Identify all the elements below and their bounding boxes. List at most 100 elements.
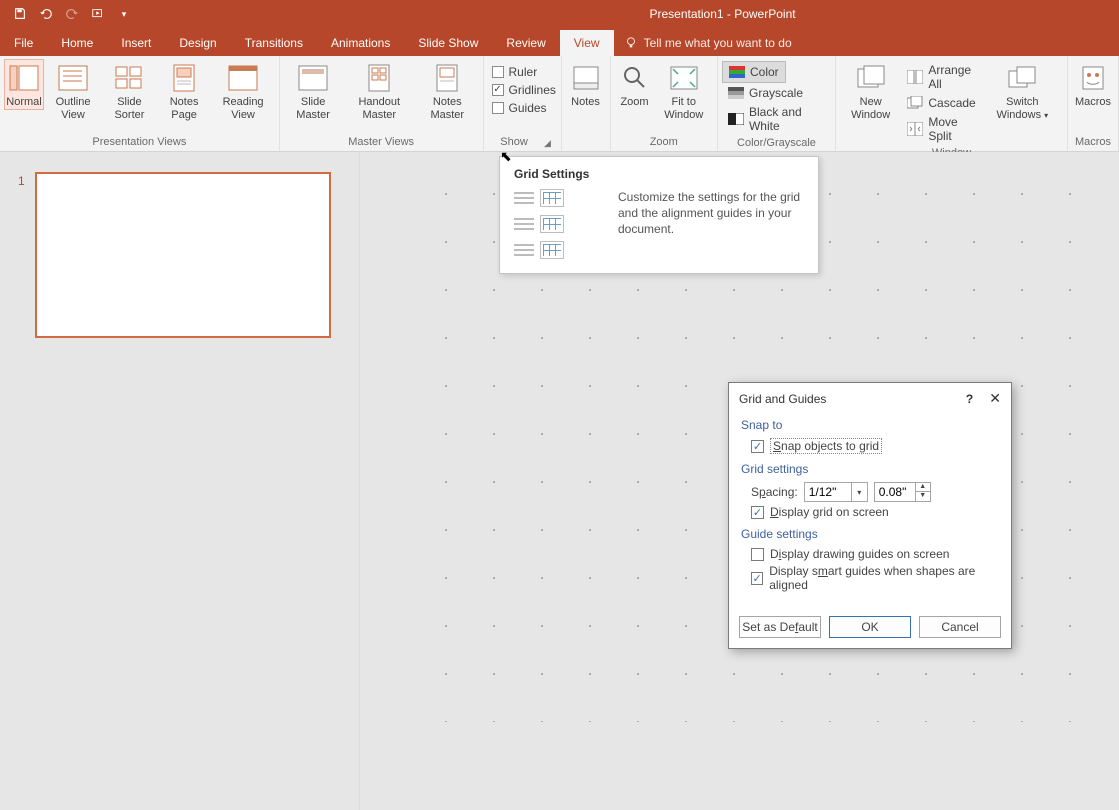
set-as-default-button[interactable]: Set as Default [739, 616, 821, 638]
spin-down-icon[interactable]: ▼ [916, 492, 930, 501]
ribbon-tabs: File Home Insert Design Transitions Anim… [0, 28, 1119, 56]
notes-icon [570, 62, 602, 94]
save-icon[interactable] [12, 6, 28, 22]
grid-settings-tooltip: Grid Settings Customize the settings for… [499, 156, 819, 274]
group-presentation-views: Normal Outline View Slide Sorter Notes P… [0, 56, 280, 151]
dialog-titlebar[interactable]: Grid and Guides ? ✕ [729, 383, 1011, 414]
title-bar: ▾ Presentation1 - PowerPoint [0, 0, 1119, 28]
checkbox-icon [492, 102, 504, 114]
black-white-button[interactable]: Black and White [722, 103, 831, 135]
window-title: Presentation1 - PowerPoint [650, 7, 796, 21]
slide-thumbnail[interactable] [35, 172, 331, 338]
spacing-combo-input[interactable] [805, 485, 851, 499]
outline-view-button[interactable]: Outline View [44, 59, 102, 122]
switch-windows-icon [1006, 62, 1038, 94]
spacing-label: Spacing: [751, 485, 798, 499]
notes-page-icon [168, 62, 200, 94]
spacing-combo[interactable]: ▾ [804, 482, 868, 502]
gridlines-checkbox[interactable]: ✓Gridlines [488, 81, 560, 99]
grayscale-button[interactable]: Grayscale [722, 83, 809, 103]
checkbox-icon [751, 572, 763, 585]
quick-access-toolbar: ▾ [0, 6, 132, 22]
lightbulb-icon [624, 36, 638, 50]
slide-thumbnail-panel[interactable]: 1 [0, 152, 360, 810]
cursor-icon: ⬉ [500, 148, 512, 165]
switch-windows-button[interactable]: Switch Windows ▾ [982, 59, 1063, 122]
notes-page-button[interactable]: Notes Page [157, 59, 212, 122]
normal-view-icon [8, 62, 40, 94]
qat-customize-icon[interactable]: ▾ [116, 6, 132, 22]
help-icon[interactable]: ? [966, 392, 973, 406]
undo-icon[interactable] [38, 6, 54, 22]
reading-view-button[interactable]: Reading View [211, 59, 274, 122]
cascade-button[interactable]: Cascade [901, 93, 981, 113]
checkbox-icon [492, 66, 504, 78]
outline-view-icon [57, 62, 89, 94]
group-macros: Macros Macros [1068, 56, 1119, 151]
fit-to-window-button[interactable]: Fit to Window [655, 59, 713, 122]
thumbnail-row[interactable]: 1 [0, 172, 359, 338]
fit-to-window-icon [668, 62, 700, 94]
macros-button[interactable]: Macros [1072, 59, 1114, 109]
guides-checkbox[interactable]: Guides [488, 99, 551, 117]
chevron-down-icon[interactable]: ▾ [851, 483, 867, 501]
zoom-button[interactable]: Zoom [615, 59, 655, 109]
spacing-spinner[interactable]: ▲▼ [874, 482, 931, 502]
tab-home[interactable]: Home [47, 30, 107, 56]
slide-sorter-button[interactable]: Slide Sorter [102, 59, 157, 122]
color-button[interactable]: Color [722, 61, 786, 83]
tab-file[interactable]: File [0, 30, 47, 56]
ribbon: Normal Outline View Slide Sorter Notes P… [0, 56, 1119, 152]
checkbox-icon [751, 440, 764, 453]
guide-settings-label: Guide settings [741, 527, 999, 541]
chevron-down-icon: ▾ [1044, 111, 1048, 120]
display-grid-checkbox[interactable]: Display grid on screen [751, 505, 999, 519]
ruler-checkbox[interactable]: Ruler [488, 63, 542, 81]
tab-design[interactable]: Design [165, 30, 230, 56]
group-label: Macros [1075, 134, 1111, 151]
snap-objects-checkbox[interactable]: Snap objects to grid [751, 438, 999, 454]
tab-transitions[interactable]: Transitions [231, 30, 317, 56]
dialog-title: Grid and Guides [739, 392, 826, 406]
tab-view[interactable]: View [560, 30, 614, 56]
group-label: Color/Grayscale [737, 135, 816, 152]
start-from-beginning-icon[interactable] [90, 6, 106, 22]
notes-master-button[interactable]: Notes Master [416, 59, 478, 122]
tooltip-title: Grid Settings [514, 167, 804, 181]
show-dialog-launcher[interactable]: ◢ [541, 135, 555, 151]
tab-review[interactable]: Review [492, 30, 559, 56]
arrange-all-button[interactable]: Arrange All [901, 61, 981, 93]
close-icon[interactable]: ✕ [989, 390, 1001, 407]
slide-master-button[interactable]: Slide Master [284, 59, 343, 122]
redo-icon[interactable] [64, 6, 80, 22]
bw-icon [728, 111, 744, 127]
macros-icon [1077, 62, 1109, 94]
checkbox-icon [751, 506, 764, 519]
tooltip-text: Customize the settings for the grid and … [618, 189, 804, 259]
spin-up-icon[interactable]: ▲ [916, 483, 930, 492]
tab-animations[interactable]: Animations [317, 30, 404, 56]
tell-me[interactable]: Tell me what you want to do [614, 30, 802, 56]
move-split-button[interactable]: Move Split [901, 113, 981, 145]
notes-button[interactable]: Notes [566, 59, 606, 109]
arrange-all-icon [907, 69, 923, 85]
spacing-value-input[interactable] [875, 485, 915, 499]
group-label: Zoom [650, 134, 678, 151]
color-icon [729, 64, 745, 80]
tab-insert[interactable]: Insert [107, 30, 165, 56]
tab-slideshow[interactable]: Slide Show [404, 30, 492, 56]
group-label: Master Views [348, 134, 414, 151]
handout-master-icon [363, 62, 395, 94]
display-smart-guides-checkbox[interactable]: Display smart guides when shapes are ali… [751, 564, 999, 592]
checkbox-icon: ✓ [492, 84, 504, 96]
group-window: New Window Arrange All Cascade Move Spli… [836, 56, 1068, 151]
ok-button[interactable]: OK [829, 616, 911, 638]
handout-master-button[interactable]: Handout Master [342, 59, 416, 122]
new-window-button[interactable]: New Window [840, 59, 901, 122]
group-label: Presentation Views [92, 134, 186, 151]
tooltip-preview [514, 189, 604, 259]
tell-me-label: Tell me what you want to do [644, 36, 792, 50]
normal-view-button[interactable]: Normal [4, 59, 44, 110]
cancel-button[interactable]: Cancel [919, 616, 1001, 638]
display-drawing-guides-checkbox[interactable]: Display drawing guides on screen [751, 547, 999, 561]
